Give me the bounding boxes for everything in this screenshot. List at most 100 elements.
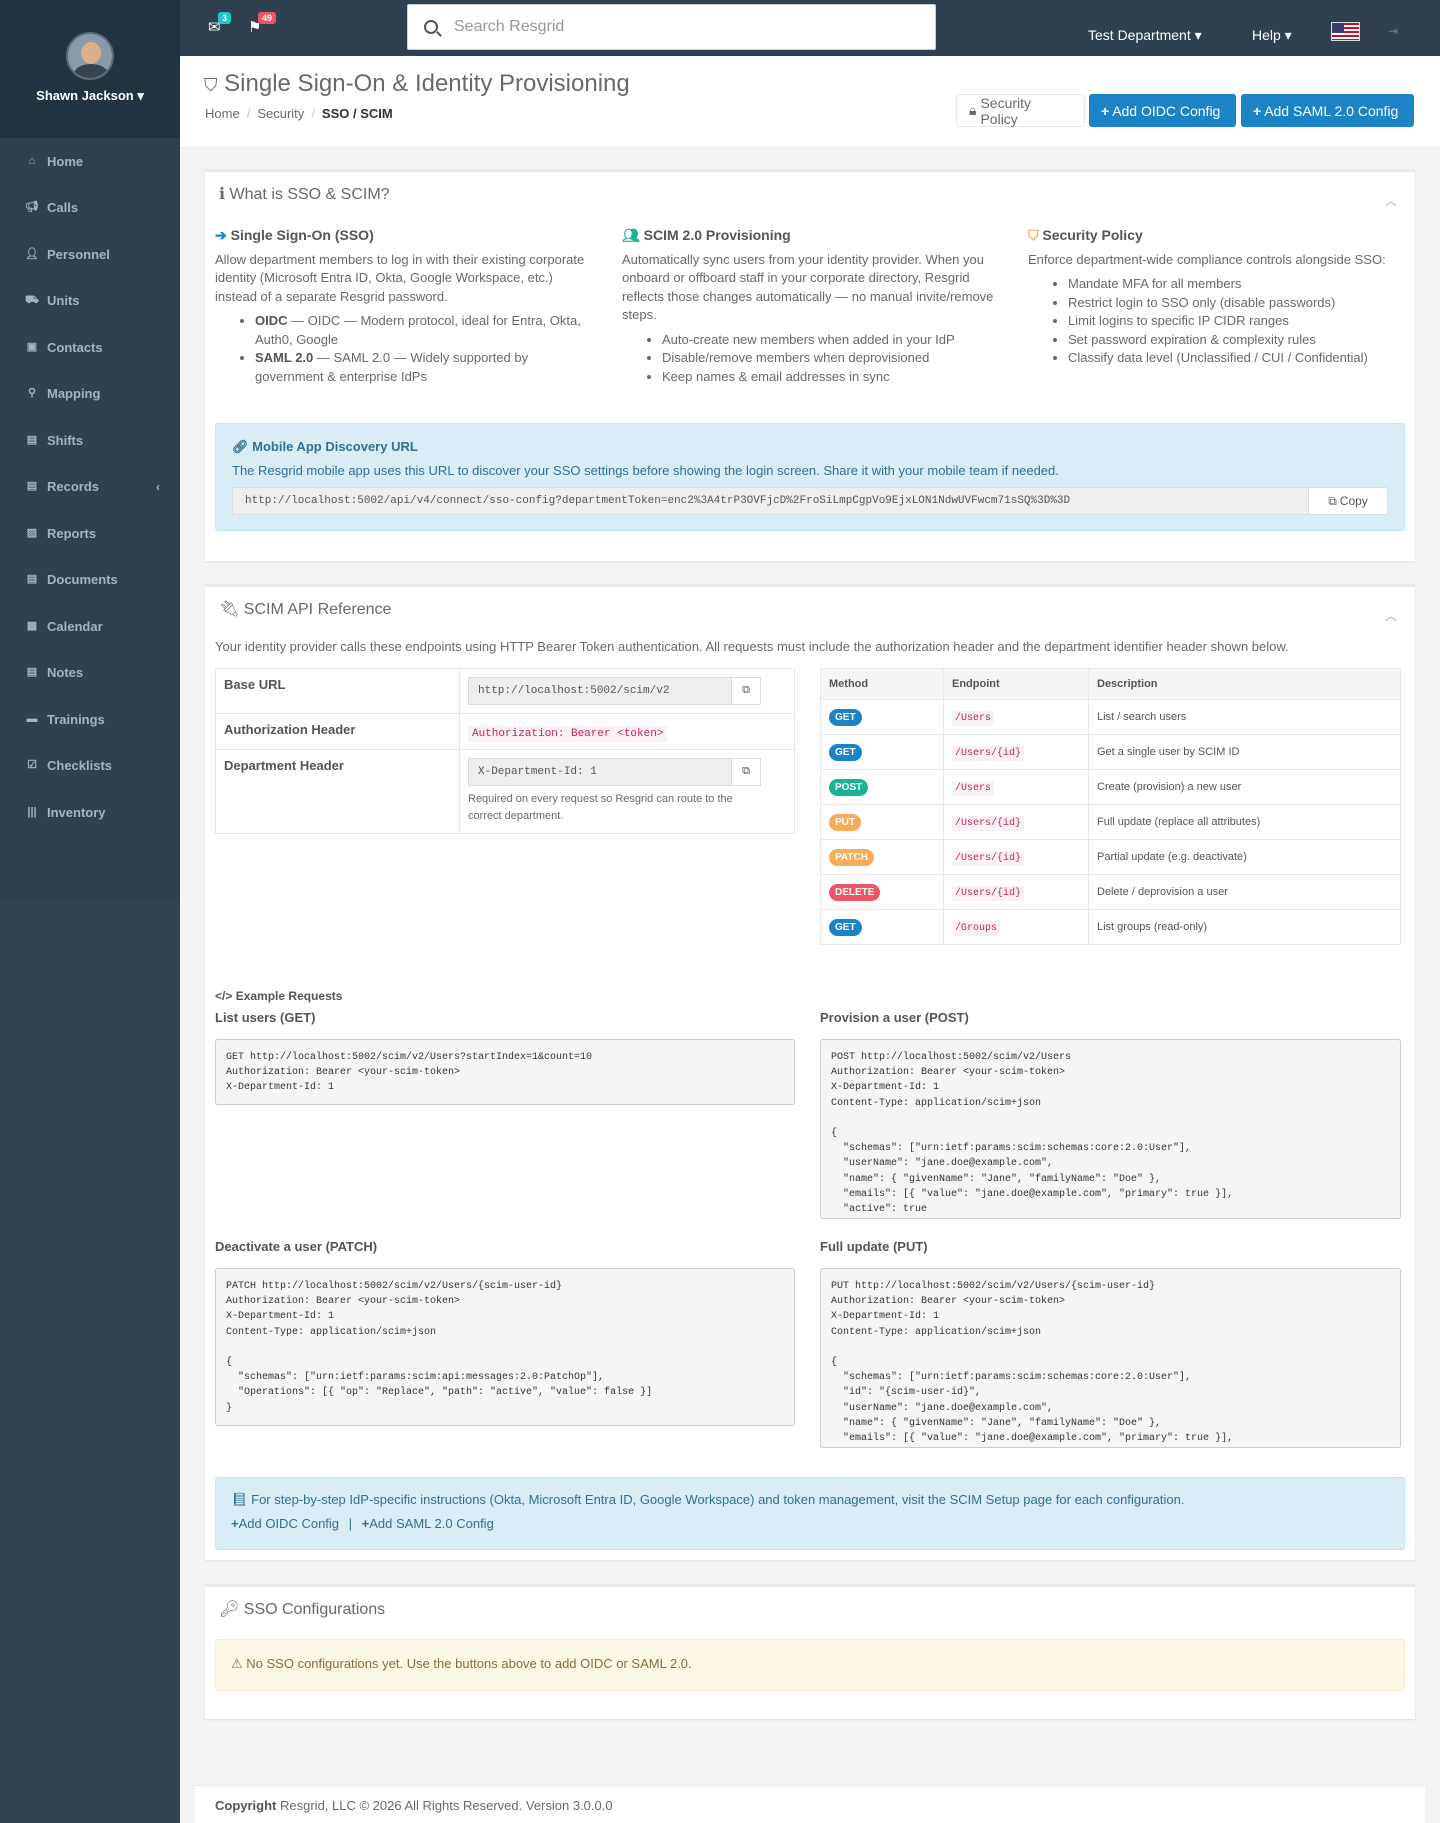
sidebar-item-documents[interactable]: ▤ Documents bbox=[0, 557, 180, 604]
endpoint-description: Partial update (e.g. deactivate) bbox=[1088, 839, 1401, 875]
mail-button[interactable]: ✉ 3 bbox=[208, 12, 232, 36]
sidebar-item-inventory[interactable]: ||| Inventory bbox=[0, 789, 180, 836]
sidebar-item-label: Shifts bbox=[47, 432, 84, 448]
search-placeholder: Search Resgrid bbox=[454, 18, 565, 35]
user-menu[interactable]: Shawn Jackson ▾ bbox=[0, 88, 180, 104]
list-item: Set password expiration & complexity rul… bbox=[1068, 331, 1413, 350]
breadcrumb-current: SSO / SCIM bbox=[321, 106, 393, 121]
sidebar-item-personnel[interactable]: 👤︎ Personnel bbox=[0, 231, 180, 278]
sidebar-item-trainings[interactable]: ▬ Trainings bbox=[0, 696, 180, 743]
add-saml-button[interactable]: + Add SAML 2.0 Config bbox=[1241, 94, 1414, 127]
sign-in-icon: ➔ bbox=[215, 227, 227, 243]
link-icon: 🔗︎ bbox=[232, 439, 249, 454]
breadcrumb-security[interactable]: Security bbox=[257, 106, 304, 121]
warning-icon: ⚠ bbox=[231, 1656, 243, 1671]
barcode-icon: ||| bbox=[27, 805, 37, 818]
alert-count-badge: 49 bbox=[258, 12, 277, 24]
copy-button[interactable]: ⧉ Copy bbox=[1308, 487, 1388, 515]
sidebar-item-label: Calls bbox=[47, 200, 79, 216]
topbar: ✉ 3 ⚑ 49 Search Resgrid Test Department ▾ … bbox=[180, 0, 1440, 56]
security-policy-button[interactable]: 🔒︎ Security Policy bbox=[956, 94, 1085, 127]
table-row: Department Header X-Department-Id: 1 ⧉ Requ… bbox=[215, 749, 795, 834]
add-saml-link[interactable]: +Add SAML 2.0 Config bbox=[362, 1516, 494, 1531]
discovery-url: http://localhost:5002/api/v4/connect/sso… bbox=[245, 495, 1071, 507]
example-code-patch[interactable]: PATCH http://localhost:5002/scim/v2/User… bbox=[215, 1268, 795, 1426]
policy-body: Enforce department-wide compliance contr… bbox=[1028, 251, 1386, 267]
copyright-label: Copyright bbox=[215, 1798, 277, 1813]
empty-configs-text: No SSO configurations yet. Use the butto… bbox=[246, 1656, 692, 1671]
list-item: Restrict login to SSO only (disable pass… bbox=[1068, 294, 1413, 313]
info-icon: ℹ bbox=[219, 186, 226, 203]
footer: Copyright Resgrid, LLC © 2026 All Rights… bbox=[195, 1785, 1425, 1823]
user-icon: 👤︎ bbox=[25, 247, 39, 260]
sidebar-item-label: Checklists bbox=[47, 758, 113, 774]
sidebar-item-label: Home bbox=[47, 153, 84, 169]
sidebar-item-label: Mapping bbox=[47, 386, 101, 402]
scim-title: SCIM 2.0 Provisioning bbox=[643, 227, 791, 243]
sidebar-item-home[interactable]: ⌂ Home bbox=[0, 138, 180, 185]
code-icon: </> bbox=[215, 989, 233, 1003]
copy-icon[interactable]: ⧉ bbox=[731, 677, 761, 705]
endpoint-description: Full update (replace all attributes) bbox=[1088, 804, 1401, 840]
book-icon: 📘︎ bbox=[231, 1492, 248, 1507]
table-row: GET/Users List / search users bbox=[820, 699, 1401, 735]
chevron-left-icon: ‹ bbox=[156, 479, 160, 494]
checklist-icon: ☑ bbox=[27, 759, 37, 772]
sidebar-item-reports[interactable]: ▨ Reports bbox=[0, 510, 180, 557]
dept-header-field[interactable]: X-Department-Id: 1 ⧉ bbox=[468, 758, 761, 786]
method-badge: PATCH bbox=[829, 848, 874, 866]
endpoint-description: Create (provision) a new user bbox=[1088, 769, 1401, 805]
sidebar-background bbox=[0, 900, 180, 1823]
table-row: Base URL http://localhost:5002/scim/v2 ⧉ bbox=[215, 668, 795, 714]
department-dropdown[interactable]: Test Department ▾ bbox=[1088, 27, 1202, 44]
discovery-body: The Resgrid mobile app uses this URL to … bbox=[232, 463, 1059, 478]
help-dropdown[interactable]: Help ▾ bbox=[1252, 27, 1292, 44]
add-oidc-link[interactable]: +Add OIDC Config bbox=[231, 1516, 339, 1531]
sidebar-item-label: Contacts bbox=[47, 339, 103, 355]
sidebar-item-label: Inventory bbox=[47, 804, 106, 820]
sidebar-item-shifts[interactable]: ▤ Shifts bbox=[0, 417, 180, 464]
endpoint-path: /Groups bbox=[952, 920, 1001, 936]
sidebar-item-records[interactable]: ▤ Records ‹ bbox=[0, 464, 180, 511]
scim-ref-title: SCIM API Reference bbox=[243, 601, 392, 618]
discovery-url-field[interactable]: http://localhost:5002/api/v4/connect/sso… bbox=[232, 487, 1388, 515]
example-code-put[interactable]: PUT http://localhost:5002/scim/v2/Users/… bbox=[820, 1268, 1401, 1448]
truck-icon: ⛟ bbox=[25, 294, 39, 307]
base-url-field[interactable]: http://localhost:5002/scim/v2 ⧉ bbox=[468, 677, 761, 705]
page-title-text: Single Sign-On & Identity Provisioning bbox=[224, 70, 630, 97]
sidebar-item-mapping[interactable]: ⚲ Mapping bbox=[0, 371, 180, 418]
sidebar-item-notes[interactable]: ▤ Notes bbox=[0, 650, 180, 697]
add-oidc-button[interactable]: + Add OIDC Config bbox=[1089, 94, 1236, 127]
address-book-icon: ▣ bbox=[26, 340, 38, 353]
breadcrumb-home[interactable]: Home bbox=[205, 106, 240, 121]
sidebar-item-label: Records bbox=[47, 479, 100, 495]
copy-icon[interactable]: ⧉ bbox=[731, 758, 761, 786]
lock-icon: 🔒︎ bbox=[969, 102, 977, 118]
file-icon: ▤ bbox=[26, 480, 38, 493]
panel-title: 🔑︎ SSO Configurations bbox=[219, 1599, 385, 1619]
sidebar-item-units[interactable]: ⛟ Units bbox=[0, 278, 180, 325]
sidebar: Shawn Jackson ▾ ⌂ Home 📢︎ Calls 👤︎ Personnel ⛟… bbox=[0, 0, 180, 1823]
sidebar-item-calls[interactable]: 📢︎ Calls bbox=[0, 185, 180, 232]
chevron-up-icon[interactable]: ︿ bbox=[1385, 607, 1397, 624]
search-input[interactable]: Search Resgrid bbox=[407, 4, 936, 50]
endpoint-path: /Users/{id} bbox=[952, 815, 1025, 831]
example-code-post[interactable]: POST http://localhost:5002/scim/v2/Users… bbox=[820, 1039, 1401, 1219]
sidebar-item-contacts[interactable]: ▣ Contacts bbox=[0, 324, 180, 371]
what-title: What is SSO & SCIM? bbox=[229, 186, 390, 203]
example-code-get[interactable]: GET http://localhost:5002/scim/v2/Users?… bbox=[215, 1039, 795, 1105]
table-row: GET/Users/{id} Get a single user by SCIM … bbox=[820, 734, 1401, 770]
table-row: Authorization Header Authorization: Beare… bbox=[215, 713, 795, 750]
alerts-button[interactable]: ⚑ 49 bbox=[248, 12, 277, 36]
sidebar-item-calendar[interactable]: ▦ Calendar bbox=[0, 603, 180, 650]
list-item: Classify data level (Unclassified / CUI … bbox=[1068, 349, 1413, 368]
endpoint-description: List / search users bbox=[1088, 699, 1401, 735]
sidebar-item-checklists[interactable]: ☑ Checklists bbox=[0, 743, 180, 790]
page-title: ⛉ Single Sign-On & Identity Provisioning bbox=[204, 70, 630, 98]
chevron-up-icon[interactable]: ︿ bbox=[1385, 192, 1397, 209]
example-label: Full update (PUT) bbox=[820, 1239, 928, 1254]
logout-icon[interactable]: ⇥ bbox=[1388, 24, 1398, 38]
add-saml-label: Add SAML 2.0 Config bbox=[1264, 102, 1399, 119]
us-flag-icon[interactable] bbox=[1331, 22, 1360, 41]
avatar[interactable] bbox=[66, 32, 114, 80]
